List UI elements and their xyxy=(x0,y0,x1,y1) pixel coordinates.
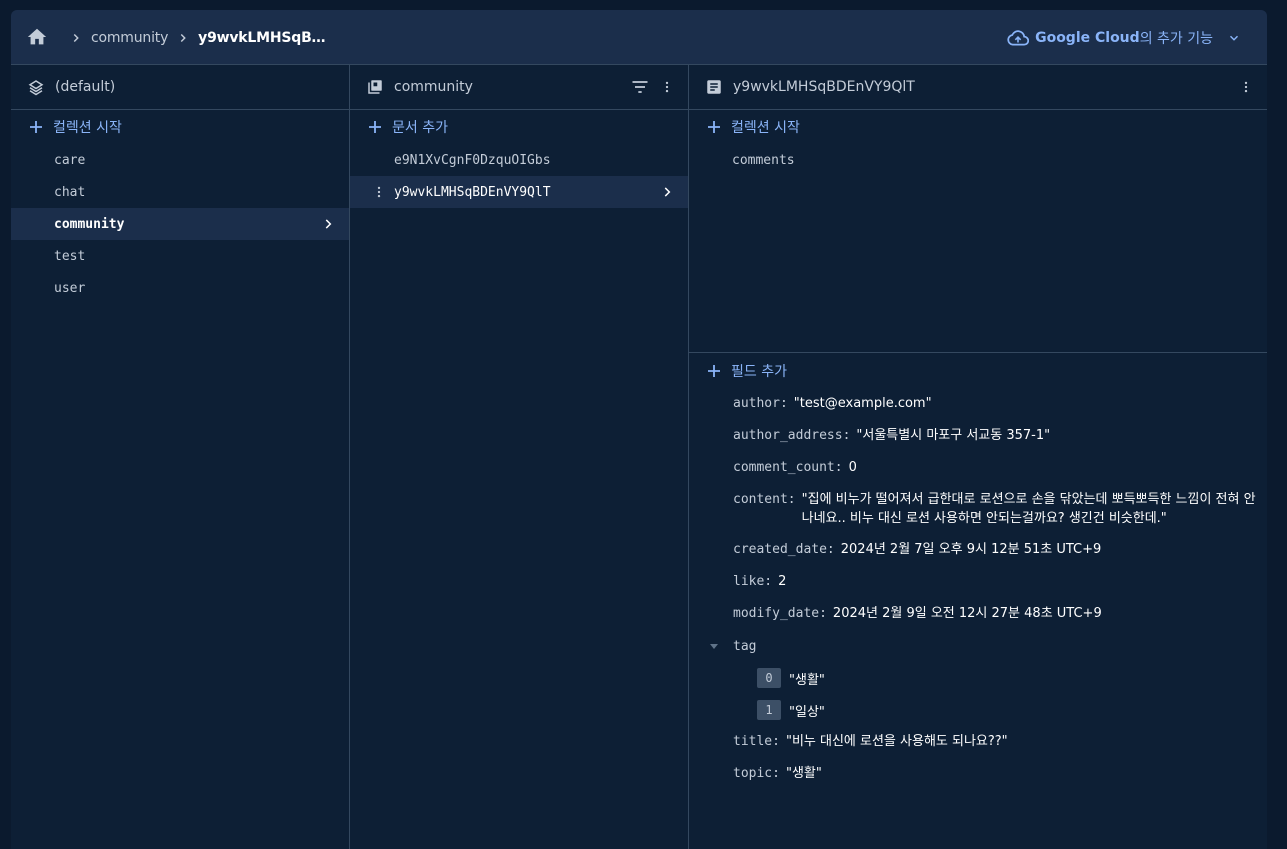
fields-section: 필드 추가 author: "test@example.com" author_a… xyxy=(689,354,1267,790)
add-document-label: 문서 추가 xyxy=(392,120,448,136)
chevron-right-icon xyxy=(180,33,186,42)
addon-suffix: 의 추가 기능 xyxy=(1139,30,1213,47)
field-value: "생활" xyxy=(785,766,822,781)
array-index-badge: 1 xyxy=(757,700,781,720)
column-header: y9wvkLMHSqBDEnVY9QlT xyxy=(689,65,1267,110)
filter-icon[interactable] xyxy=(630,77,650,97)
document-item-selected[interactable]: y9wvkLMHSqBDEnVY9QlT xyxy=(350,176,688,208)
chevron-right-icon xyxy=(325,219,332,229)
field-topic[interactable]: topic: "생활" xyxy=(689,758,1267,790)
field-key: author: xyxy=(733,396,788,411)
field-value: 0 xyxy=(848,460,857,475)
breadcrumb-item-community[interactable]: community xyxy=(91,30,168,46)
database-column: (default) 컬렉션 시작 care chat community tes… xyxy=(11,65,350,849)
document-id: e9N1XvCgnF0DzquOIGbs xyxy=(394,152,551,168)
document-id: y9wvkLMHSqBDEnVY9QlT xyxy=(394,184,551,200)
field-author-address[interactable]: author_address: "서울특별시 마포구 서교동 357-1" xyxy=(689,420,1267,452)
add-field-label: 필드 추가 xyxy=(731,364,787,380)
add-field-button[interactable]: 필드 추가 xyxy=(689,354,1267,388)
start-collection-label: 컬렉션 시작 xyxy=(731,120,800,136)
field-key: author_address: xyxy=(733,428,851,443)
field-value: 2024년 2월 9일 오전 12시 27분 48초 UTC+9 xyxy=(832,606,1102,621)
collection-column: community 문서 추가 e9N1XvCgnF0DzquOIGbs y9w… xyxy=(350,65,689,849)
more-vert-icon[interactable] xyxy=(1239,77,1253,97)
start-collection-label: 컬렉션 시작 xyxy=(53,120,122,136)
more-vert-icon[interactable] xyxy=(372,184,386,200)
column-header: (default) xyxy=(11,65,349,110)
collection-item-user[interactable]: user xyxy=(11,272,349,304)
field-value: "일상" xyxy=(789,704,825,720)
field-key: created_date: xyxy=(733,542,835,557)
firestore-console: community y9wvkLMHSqB… Google Cloud 의 추가 … xyxy=(11,10,1267,849)
collection-name: care xyxy=(54,152,86,168)
field-key: modify_date: xyxy=(733,606,827,621)
collection-item-community[interactable]: community xyxy=(11,208,349,240)
field-author[interactable]: author: "test@example.com" xyxy=(689,388,1267,420)
field-title[interactable]: title: "비누 대신에 로션을 사용해도 되나요??" xyxy=(689,726,1267,758)
document-column: y9wvkLMHSqBDEnVY9QlT 컬렉션 시작 comments 필드 … xyxy=(689,65,1267,849)
caret-down-icon[interactable] xyxy=(709,641,719,651)
plus-icon xyxy=(708,121,720,133)
field-created-date[interactable]: created_date: 2024년 2월 7일 오후 9시 12분 51초 U… xyxy=(689,534,1267,566)
field-key: comment_count: xyxy=(733,460,843,475)
collection-name: chat xyxy=(54,184,86,200)
column-title: y9wvkLMHSqBDEnVY9QlT xyxy=(733,79,915,95)
document-item[interactable]: e9N1XvCgnF0DzquOIGbs xyxy=(350,144,688,176)
array-index-badge: 0 xyxy=(757,668,781,688)
column-title: (default) xyxy=(55,79,116,95)
field-value: "서울특별시 마포구 서교동 357-1" xyxy=(856,428,1051,443)
subcollections-section: 컬렉션 시작 comments xyxy=(689,110,1267,353)
plus-icon xyxy=(30,121,42,133)
breadcrumb: community y9wvkLMHSqB… xyxy=(61,10,326,65)
collection-icon xyxy=(368,80,382,94)
plus-icon xyxy=(369,121,381,133)
cloud-icon xyxy=(1007,29,1030,46)
collection-name: community xyxy=(54,216,125,232)
field-value: "집에 비누가 떨어져서 급한대로 로션으로 손을 닦았는데 뽀득뽀득한 느낌이… xyxy=(801,492,1256,526)
home-icon[interactable] xyxy=(26,26,48,48)
field-tag[interactable]: tag xyxy=(689,630,1267,662)
field-key: tag xyxy=(733,638,757,654)
collection-item-care[interactable]: care xyxy=(11,144,349,176)
field-comment-count[interactable]: comment_count: 0 xyxy=(689,452,1267,484)
field-key: topic: xyxy=(733,766,780,781)
field-modify-date[interactable]: modify_date: 2024년 2월 9일 오전 12시 27분 48초 U… xyxy=(689,598,1267,630)
more-vert-icon[interactable] xyxy=(660,77,674,97)
column-title: community xyxy=(394,79,473,95)
chevron-right-icon xyxy=(664,187,671,197)
field-content[interactable]: content: "집에 비누가 떨어져서 급한대로 로션으로 손을 닦았는데 뽀… xyxy=(689,484,1267,528)
field-value: "비누 대신에 로션을 사용해도 되나요??" xyxy=(785,734,1008,749)
chevron-right-icon xyxy=(73,33,79,42)
chevron-down-icon xyxy=(1229,35,1239,41)
google-cloud-addons-button[interactable]: Google Cloud 의 추가 기능 xyxy=(1007,10,1241,65)
breadcrumb-item-document[interactable]: y9wvkLMHSqB… xyxy=(198,30,325,46)
field-value: 2 xyxy=(778,574,787,589)
array-item[interactable]: 1 "일상" xyxy=(689,694,1267,726)
collection-name: test xyxy=(54,248,86,264)
field-key: like: xyxy=(733,574,773,589)
collection-item-chat[interactable]: chat xyxy=(11,176,349,208)
plus-icon xyxy=(708,365,720,377)
collection-name: user xyxy=(54,280,86,296)
database-stack-icon xyxy=(28,80,44,96)
column-header: community xyxy=(350,65,688,110)
field-key: content: xyxy=(733,492,796,507)
subcollection-item-comments[interactable]: comments xyxy=(689,144,1267,176)
field-like[interactable]: like: 2 xyxy=(689,566,1267,598)
addon-brand: Google Cloud xyxy=(1035,29,1140,46)
field-value: "test@example.com" xyxy=(793,396,932,411)
field-value: "생활" xyxy=(789,672,825,688)
add-document-button[interactable]: 문서 추가 xyxy=(350,110,688,144)
start-collection-button[interactable]: 컬렉션 시작 xyxy=(11,110,349,144)
subcollection-name: comments xyxy=(732,152,795,168)
start-collection-button[interactable]: 컬렉션 시작 xyxy=(689,110,1267,144)
collection-item-test[interactable]: test xyxy=(11,240,349,272)
field-key: title: xyxy=(733,734,780,749)
top-bar: community y9wvkLMHSqB… Google Cloud 의 추가 … xyxy=(11,10,1267,65)
array-item[interactable]: 0 "생활" xyxy=(689,662,1267,694)
field-value: 2024년 2월 7일 오후 9시 12분 51초 UTC+9 xyxy=(840,542,1102,557)
document-icon xyxy=(707,80,721,94)
